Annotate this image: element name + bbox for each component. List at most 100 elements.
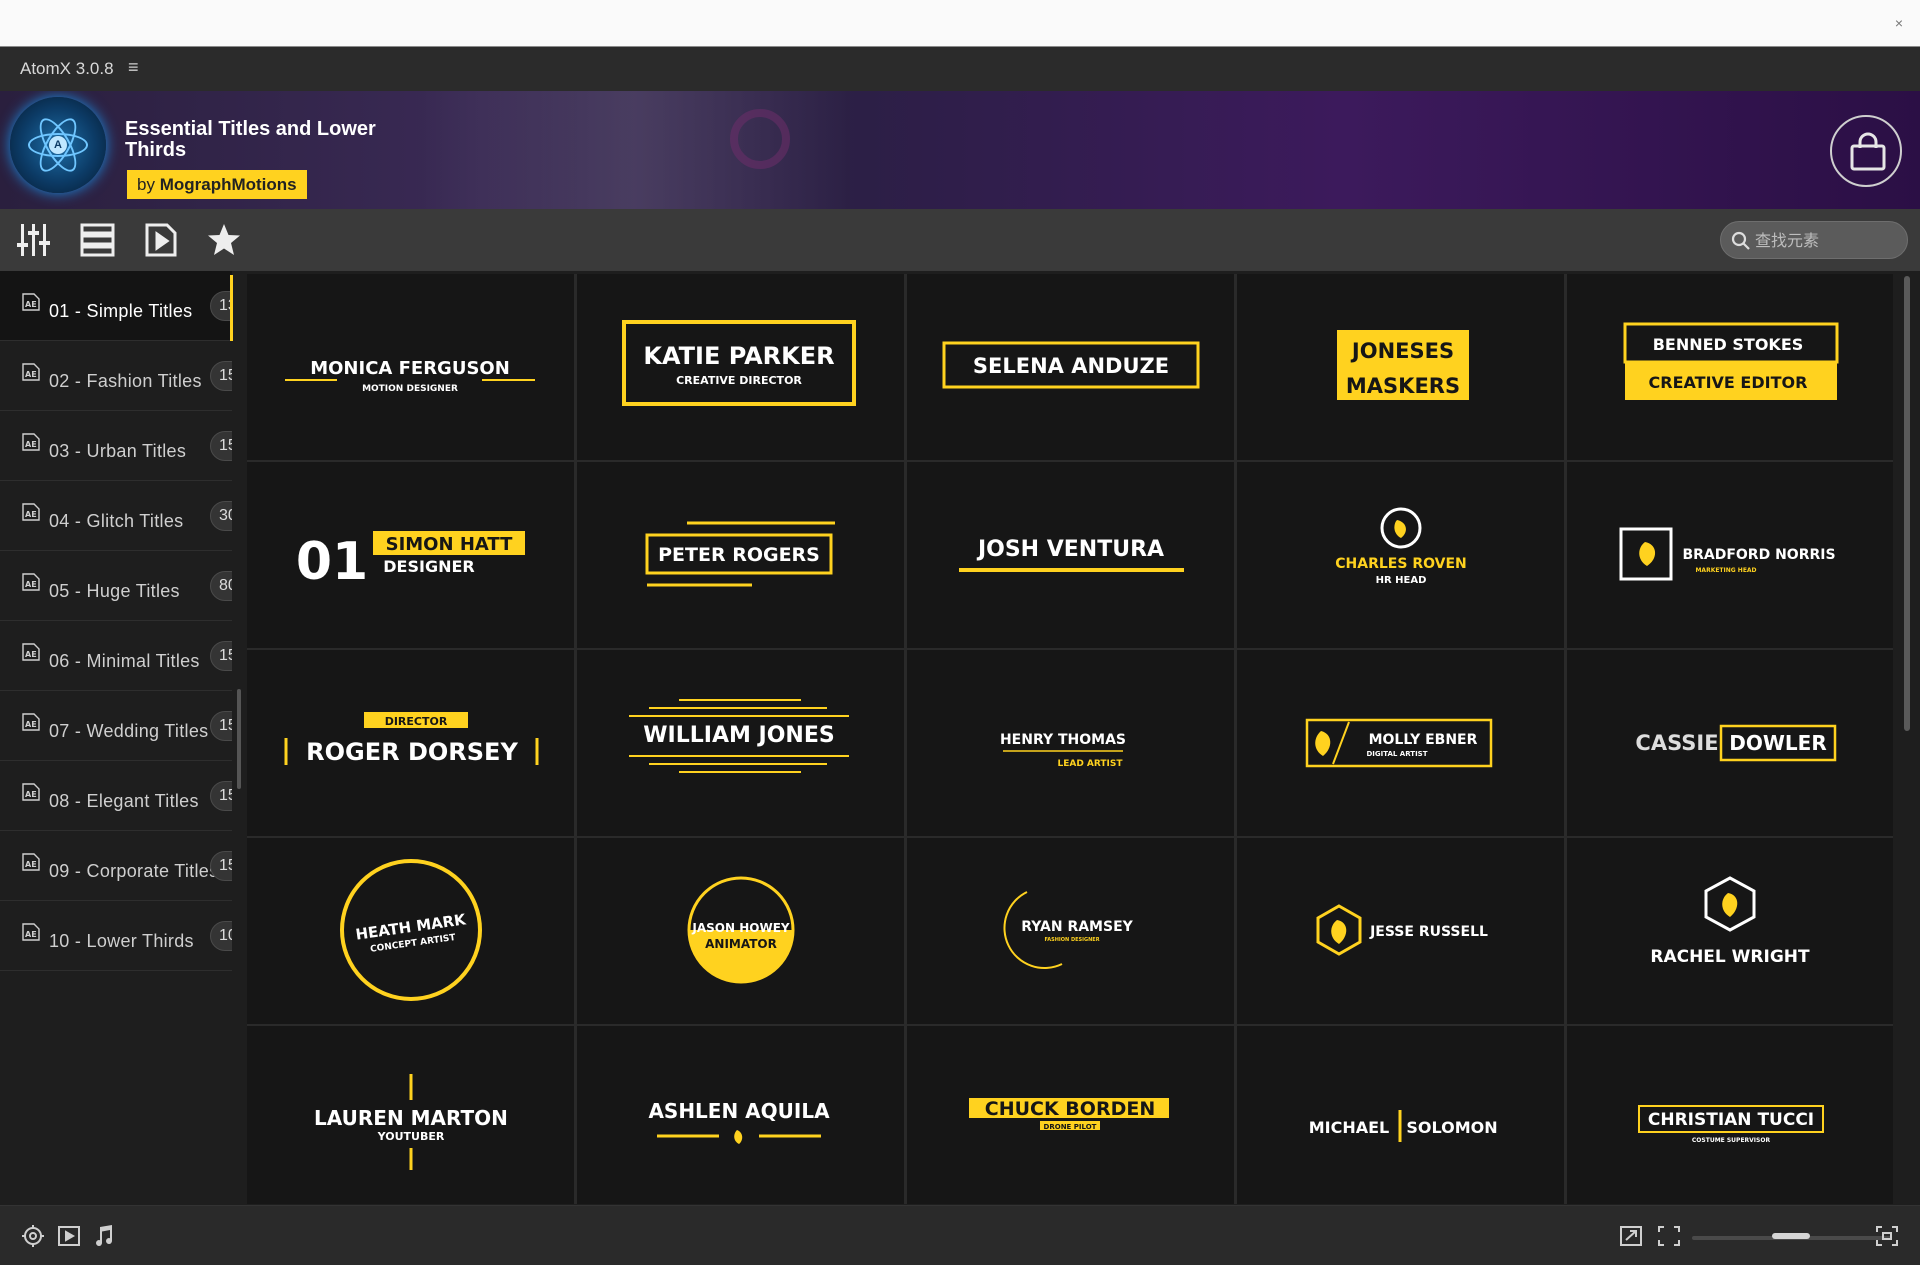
sidebar-item-label: 10 - Lower Thirds [49, 931, 194, 951]
preset-subtitle: DRONE PILOT [1044, 1123, 1097, 1131]
preset-subtitle: YOUTUBER [377, 1130, 445, 1143]
preview-play-icon[interactable] [56, 1224, 82, 1248]
banner-decoration [730, 109, 790, 169]
sidebar-scrollbar[interactable] [237, 689, 241, 789]
grid-scrollbar[interactable] [1904, 276, 1910, 731]
preset-title: SELENA ANDUZE [973, 354, 1169, 378]
hamburger-menu-icon[interactable]: ≡ [128, 57, 139, 78]
shopping-bag-icon [1850, 132, 1886, 171]
pack-title: Essential Titles and Lower Thirds [125, 118, 376, 161]
preset-subtitle: LEAD ARTIST [1057, 759, 1123, 769]
preset-title: KATIE PARKER [643, 342, 834, 370]
preset-tile-lauren-marton[interactable]: LAUREN MARTON YOUTUBER [247, 1026, 574, 1204]
preset-subtitle: DIGITAL ARTIST [1366, 750, 1427, 758]
svg-text:AE: AE [25, 300, 37, 309]
fullscreen-icon[interactable] [1874, 1224, 1900, 1248]
sidebar-item-corporate-titles[interactable]: AE 09 - Corporate Titles 15 [0, 831, 246, 901]
preset-subtitle: CREATIVE EDITOR [1649, 373, 1808, 392]
preset-subtitle: COSTUME SUPERVISOR [1692, 1137, 1771, 1144]
svg-text:AE: AE [25, 860, 37, 869]
preset-tile-chuck-borden[interactable]: CHUCK BORDEN DRONE PILOT [907, 1026, 1234, 1204]
preset-tile-ryan-ramsey[interactable]: RYAN RAMSEY FASHION DESIGNER [907, 838, 1234, 1024]
preset-tile-roger-dorsey[interactable]: DIRECTOR ROGER DORSEY [247, 650, 574, 836]
preset-tile-ashlen-aquila[interactable]: ASHLEN AQUILA [577, 1026, 904, 1204]
preset-tile-jesse-russell[interactable]: JESSE RUSSELL [1237, 838, 1564, 1024]
preset-tile-rachel-wright[interactable]: RACHEL WRIGHT [1567, 838, 1893, 1024]
preset-tile-henry-thomas[interactable]: HENRY THOMAS LEAD ARTIST [907, 650, 1234, 836]
pack-banner: A Essential Titles and Lower Thirds by M… [0, 91, 1920, 209]
sidebar-item-minimal-titles[interactable]: AE 06 - Minimal Titles 15 [0, 621, 246, 691]
search-box[interactable] [1720, 221, 1908, 259]
preset-tile-charles-roven[interactable]: CHARLES ROVEN HR HEAD [1237, 462, 1564, 648]
target-icon[interactable] [20, 1224, 46, 1248]
preset-tile-katie-parker[interactable]: KATIE PARKER CREATIVE DIRECTOR [577, 274, 904, 460]
preset-subtitle: MOTION DESIGNER [362, 384, 458, 394]
sidebar-item-elegant-titles[interactable]: AE 08 - Elegant Titles 15 [0, 761, 246, 831]
search-icon [1731, 231, 1750, 250]
sidebar-item-glitch-titles[interactable]: AE 04 - Glitch Titles 30 [0, 481, 246, 551]
preset-title: RACHEL WRIGHT [1650, 947, 1810, 967]
preset-tile-simon-hatt[interactable]: 01 SIMON HATT DESIGNER [247, 462, 574, 648]
window-top-strip: × [0, 0, 1920, 47]
sliders-icon[interactable] [16, 223, 52, 257]
preset-tile-peter-rogers[interactable]: PETER ROGERS [577, 462, 904, 648]
sidebar-item-huge-titles[interactable]: AE 05 - Huge Titles 80 [0, 551, 246, 621]
ae-file-icon: AE [22, 293, 40, 311]
preset-title: JESSE RUSSELL [1369, 924, 1488, 940]
preset-tile-selena-anduze[interactable]: SELENA ANDUZE [907, 274, 1234, 460]
ae-file-icon: AE [22, 853, 40, 871]
export-icon[interactable] [1618, 1224, 1644, 1248]
ae-file-icon: AE [22, 503, 40, 521]
preset-tile-cassie-dowler[interactable]: CASSIE DOWLER [1567, 650, 1893, 836]
preset-tile-monica-ferguson[interactable]: MONICA FERGUSON MOTION DESIGNER [247, 274, 574, 460]
window-close-button[interactable]: × [1888, 12, 1910, 34]
preset-tile-william-jones[interactable]: WILLIAM JONES [577, 650, 904, 836]
preset-tile-christian-tucci[interactable]: CHRISTIAN TUCCI COSTUME SUPERVISOR [1567, 1026, 1893, 1204]
sidebar-item-lower-thirds[interactable]: AE 10 - Lower Thirds 10 [0, 901, 246, 971]
atomx-logo-icon: A [10, 97, 106, 193]
preset-subtitle: FASHION DESIGNER [1044, 937, 1099, 943]
music-note-icon[interactable] [91, 1224, 117, 1248]
preset-title: MICHAEL [1309, 1118, 1390, 1137]
shopping-bag-button[interactable] [1830, 115, 1902, 187]
preset-tile-molly-ebner[interactable]: MOLLY EBNER DIGITAL ARTIST [1237, 650, 1564, 836]
preset-tile-michael-solomon[interactable]: MICHAEL SOLOMON [1237, 1026, 1564, 1204]
fit-screen-icon[interactable] [1656, 1224, 1682, 1248]
search-input[interactable] [1755, 228, 1900, 252]
favorites-star-icon[interactable] [206, 223, 242, 257]
svg-text:AE: AE [25, 650, 37, 659]
preset-title: BENNED STOKES [1653, 335, 1804, 354]
preset-number: 01 [296, 532, 368, 592]
preset-title: SIMON HATT [386, 534, 513, 555]
preset-title: CHRISTIAN TUCCI [1648, 1110, 1814, 1130]
preset-tile-benned-stokes[interactable]: BENNED STOKES CREATIVE EDITOR [1567, 274, 1893, 460]
preset-title: BRADFORD NORRIS [1682, 547, 1835, 563]
ae-file-icon: AE [22, 363, 40, 381]
ae-file-icon: AE [22, 573, 40, 591]
list-view-icon[interactable] [80, 223, 116, 257]
preset-title: JOSH VENTURA [976, 537, 1164, 562]
video-file-icon[interactable] [143, 223, 179, 257]
author-badge[interactable]: by MographMotions [127, 170, 307, 199]
sidebar-item-simple-titles[interactable]: AE 01 - Simple Titles 13 [0, 271, 246, 341]
preset-title: JONESES [1350, 339, 1454, 363]
preset-tile-heath-mark[interactable]: HEATH MARK CONCEPT ARTIST [247, 838, 574, 1024]
slider-knob[interactable] [1772, 1233, 1810, 1239]
preset-tile-jason-howey[interactable]: JASON HOWEY ANIMATOR [577, 838, 904, 1024]
svg-text:AE: AE [25, 510, 37, 519]
preset-tile-bradford-norris[interactable]: BRADFORD NORRIS MARKETING HEAD [1567, 462, 1893, 648]
thumbnail-size-slider[interactable] [1692, 1233, 1892, 1240]
preset-subtitle: CREATIVE DIRECTOR [676, 374, 802, 387]
sidebar-item-wedding-titles[interactable]: AE 07 - Wedding Titles 15 [0, 691, 246, 761]
ae-file-icon: AE [22, 643, 40, 661]
preset-title: MONICA FERGUSON [310, 358, 510, 379]
preset-tile-josh-ventura[interactable]: JOSH VENTURA [907, 462, 1234, 648]
sidebar-item-label: 02 - Fashion Titles [49, 371, 202, 391]
preset-tile-joneses-maskers[interactable]: JONESES MASKERS [1237, 274, 1564, 460]
sidebar-item-fashion-titles[interactable]: AE 02 - Fashion Titles 15 [0, 341, 246, 411]
preset-title-line2: MASKERS [1346, 374, 1460, 398]
preset-title: PETER ROGERS [658, 544, 820, 566]
preset-title: MOLLY EBNER [1369, 732, 1478, 748]
preset-title: JASON HOWEY [691, 921, 789, 935]
sidebar-item-urban-titles[interactable]: AE 03 - Urban Titles 15 [0, 411, 246, 481]
